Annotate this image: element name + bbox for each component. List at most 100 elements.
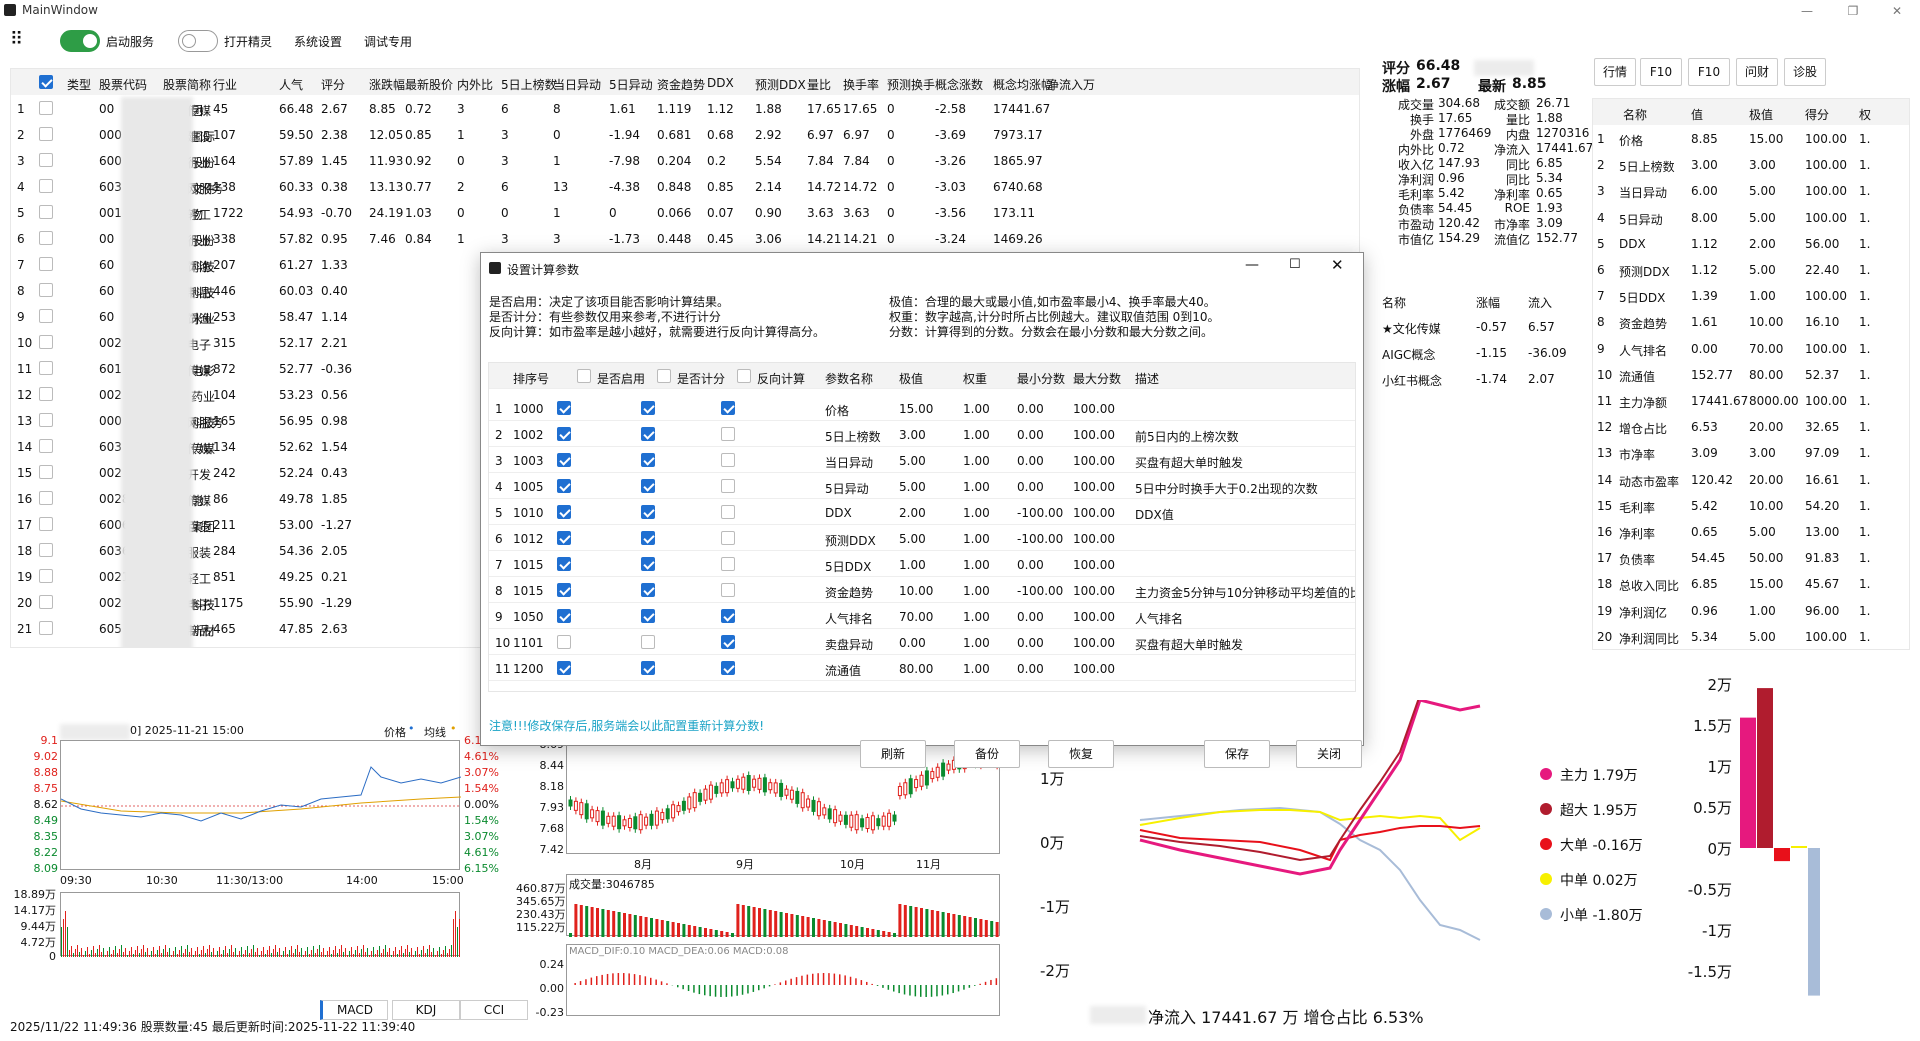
column-header[interactable]: 换手率 <box>843 76 879 93</box>
close-icon[interactable]: ✕ <box>1874 0 1920 22</box>
row-checkbox[interactable] <box>39 101 53 115</box>
table-row[interactable]: 100团文化传媒4566.482.678.850.723681.611.1191… <box>11 95 1359 121</box>
score-checkbox[interactable] <box>641 479 655 493</box>
row-checkbox[interactable] <box>39 179 53 193</box>
column-header[interactable]: 概念涨数 <box>935 76 983 93</box>
column-header[interactable]: 概念均涨幅 <box>993 76 1053 93</box>
row-checkbox[interactable] <box>39 361 53 375</box>
reverse-checkbox[interactable] <box>721 401 735 415</box>
score-checkbox[interactable] <box>641 661 655 675</box>
select-all-checkbox[interactable] <box>39 75 53 89</box>
quote-button-1[interactable]: F10 <box>1640 58 1682 86</box>
enable-checkbox[interactable] <box>557 453 571 467</box>
row-checkbox[interactable] <box>39 413 53 427</box>
debug-mode-button[interactable]: 调试专用 <box>364 33 412 50</box>
column-header[interactable]: 涨跌幅 <box>369 76 405 93</box>
score-checkbox[interactable] <box>641 401 655 415</box>
indicator-tab-macd[interactable]: MACD <box>320 1000 388 1020</box>
indicator-tab-cci[interactable]: CCI <box>460 1000 528 1020</box>
quote-button-4[interactable]: 诊股 <box>1784 58 1826 86</box>
quote-button-0[interactable]: 行情 <box>1594 58 1636 86</box>
indicator-tab-kdj[interactable]: KDJ <box>392 1000 460 1020</box>
reverse-checkbox[interactable] <box>721 427 735 441</box>
column-header[interactable]: 类型 <box>67 76 91 93</box>
column-header[interactable]: 预测DDX <box>755 76 806 93</box>
score-checkbox[interactable] <box>641 453 655 467</box>
enable-checkbox[interactable] <box>557 583 571 597</box>
row-checkbox[interactable] <box>39 621 53 635</box>
reverse-checkbox[interactable] <box>721 505 735 519</box>
score-checkbox[interactable] <box>641 609 655 623</box>
open-genie-toggle[interactable] <box>178 30 218 52</box>
param-row[interactable]: 6 1012 预测DDX 5.00 1.00 -100.00 100.00 <box>489 525 1355 551</box>
column-header[interactable]: DDX <box>707 76 734 90</box>
row-checkbox[interactable] <box>39 439 53 453</box>
reverse-checkbox[interactable] <box>721 609 735 623</box>
column-header[interactable]: 5日上榜数 <box>501 76 557 93</box>
column-header[interactable]: 内外比 <box>457 76 493 93</box>
kline-chart[interactable] <box>566 742 1000 854</box>
row-checkbox[interactable] <box>39 543 53 557</box>
grid-menu-icon[interactable]: ⠿ <box>10 31 23 49</box>
column-header[interactable]: 股票简称 <box>163 76 211 93</box>
row-checkbox[interactable] <box>39 205 53 219</box>
concept-cell[interactable]: ★文化传媒 <box>1382 320 1441 337</box>
system-settings-button[interactable]: 系统设置 <box>294 33 342 50</box>
enable-checkbox[interactable] <box>557 427 571 441</box>
column-header[interactable]: 最新股价 <box>405 76 453 93</box>
param-row[interactable]: 8 1015 资金趋势 10.00 1.00 -100.00 100.00 主力资金5分钟与1… <box>489 577 1355 603</box>
column-checkbox[interactable] <box>577 369 591 383</box>
reverse-checkbox[interactable] <box>721 661 735 675</box>
row-checkbox[interactable] <box>39 387 53 401</box>
column-header[interactable]: 量比 <box>807 76 831 93</box>
row-checkbox[interactable] <box>39 517 53 531</box>
minimize-icon[interactable]: — <box>1784 0 1830 22</box>
column-checkbox[interactable] <box>737 369 751 383</box>
column-header[interactable]: 当日异动 <box>553 76 601 93</box>
column-header[interactable]: 净流入万 <box>1047 76 1095 93</box>
column-header[interactable]: 5日异动 <box>609 76 653 93</box>
param-row[interactable]: 2 1002 5日上榜数 3.00 1.00 0.00 100.00 前5日内的上榜次数 <box>489 421 1355 447</box>
column-header[interactable]: 行业 <box>213 76 237 93</box>
column-header[interactable]: 资金趋势 <box>657 76 705 93</box>
column-header[interactable]: 评分 <box>321 76 345 93</box>
row-checkbox[interactable] <box>39 283 53 297</box>
dialog-minimize-icon[interactable]: — <box>1245 257 1259 273</box>
quote-button-2[interactable]: F10 <box>1688 58 1730 86</box>
row-checkbox[interactable] <box>39 309 53 323</box>
table-row[interactable]: 4 603 文件 互联网服务 138 60.33 0.38 13.13 0.77 2 6 13 -4.3… <box>11 173 1359 199</box>
enable-checkbox[interactable] <box>557 635 571 649</box>
table-row[interactable]: 5001物家用轻工172254.93-0.7024.191.0300100.06… <box>11 199 1359 225</box>
table-row[interactable]: 3600股份贸易行业16457.891.4511.930.92031-7.980… <box>11 147 1359 173</box>
param-row[interactable]: 10 1101 卖盘异动 0.00 1.00 0.00 100.00 买盘有超大单时触发 <box>489 629 1355 655</box>
start-service-toggle[interactable] <box>60 30 100 52</box>
param-row[interactable]: 11 1200 流通值 80.00 1.00 0.00 100.00 <box>489 655 1355 681</box>
quote-button-3[interactable]: 问财 <box>1736 58 1778 86</box>
save-button[interactable]: 保存 <box>1204 740 1270 768</box>
score-checkbox[interactable] <box>641 557 655 571</box>
table-row[interactable]: 600股份贸易行业33857.820.957.460.84133-1.730.4… <box>11 225 1359 251</box>
reverse-checkbox[interactable] <box>721 583 735 597</box>
table-row[interactable]: 2000国际工程建设10759.502.3812.050.85130-1.940… <box>11 121 1359 147</box>
score-checkbox[interactable] <box>641 505 655 519</box>
concept-cell[interactable]: AIGC概念 <box>1382 346 1435 363</box>
dialog-maximize-icon[interactable]: ☐ <box>1289 257 1301 272</box>
column-checkbox[interactable] <box>657 369 671 383</box>
param-row[interactable]: 4 1005 5日异动 5.00 1.00 0.00 100.00 5日中分时换手大于0.2出… <box>489 473 1355 499</box>
row-checkbox[interactable] <box>39 231 53 245</box>
refresh-button[interactable]: 刷新 <box>860 740 926 768</box>
param-row[interactable]: 3 1003 当日异动 5.00 1.00 0.00 100.00 买盘有超大单时触发 <box>489 447 1355 473</box>
enable-checkbox[interactable] <box>557 609 571 623</box>
reverse-checkbox[interactable] <box>721 453 735 467</box>
reverse-checkbox[interactable] <box>721 557 735 571</box>
row-checkbox[interactable] <box>39 491 53 505</box>
reverse-checkbox[interactable] <box>721 479 735 493</box>
param-row[interactable]: 5 1010 DDX 2.00 1.00 -100.00 100.00 DDX值 <box>489 499 1355 525</box>
row-checkbox[interactable] <box>39 465 53 479</box>
enable-checkbox[interactable] <box>557 661 571 675</box>
score-checkbox[interactable] <box>641 531 655 545</box>
enable-checkbox[interactable] <box>557 557 571 571</box>
score-checkbox[interactable] <box>641 635 655 649</box>
intraday-chart[interactable] <box>60 740 462 870</box>
maximize-icon[interactable]: ❐ <box>1830 0 1876 22</box>
